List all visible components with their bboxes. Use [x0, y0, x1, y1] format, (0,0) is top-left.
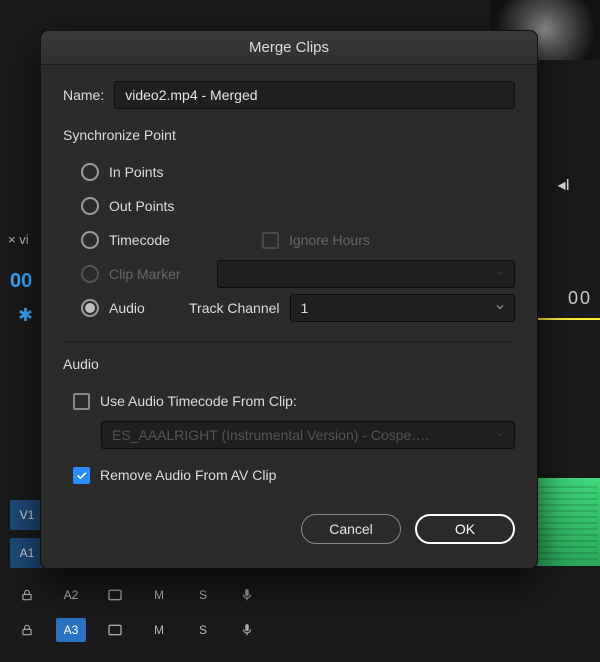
mute-button[interactable]: M	[144, 583, 174, 607]
timecode-readout: 00	[10, 270, 32, 293]
audio-group: Audio Use Audio Timecode From Clip: ES_A…	[63, 356, 515, 492]
lock-icon[interactable]	[12, 618, 42, 642]
checkbox-remove-audio[interactable]	[73, 467, 90, 484]
clip-marker-select	[217, 260, 515, 288]
track-row-a2: A2 M S	[12, 580, 262, 610]
use-audio-tc-label: Use Audio Timecode From Clip:	[100, 393, 297, 409]
chevron-down-icon	[494, 300, 506, 316]
snap-icon[interactable]: ✱	[18, 305, 33, 326]
separator	[63, 341, 515, 342]
dialog-button-row: Cancel OK	[63, 514, 515, 544]
radio-clip-marker	[81, 265, 99, 283]
ok-button[interactable]: OK	[415, 514, 515, 544]
cancel-button[interactable]: Cancel	[301, 514, 401, 544]
audio-legend: Audio	[63, 356, 515, 372]
voiceover-icon[interactable]	[232, 618, 262, 642]
audio-clip-select: ES_AAALRIGHT (Instrumental Version) - Co…	[101, 421, 515, 449]
radio-audio-label: Audio	[109, 300, 179, 316]
track-channel-value: 1	[301, 300, 309, 316]
sync-point-legend: Synchronize Point	[63, 127, 515, 143]
audio-clip-select-value: ES_AAALRIGHT (Instrumental Version) - Co…	[112, 427, 429, 443]
track-header-a1[interactable]: A1	[10, 538, 44, 568]
remove-audio-label: Remove Audio From AV Clip	[100, 467, 276, 483]
checkbox-use-audio-tc[interactable]	[73, 393, 90, 410]
radio-timecode[interactable]	[81, 231, 99, 249]
solo-button[interactable]: S	[188, 583, 218, 607]
radio-clip-marker-label: Clip Marker	[109, 266, 207, 282]
radio-audio[interactable]	[81, 299, 99, 317]
name-input[interactable]	[114, 81, 515, 109]
track-channel-select[interactable]: 1	[290, 294, 515, 322]
checkbox-ignore-hours	[262, 232, 279, 249]
radio-out-points-label: Out Points	[109, 198, 174, 214]
track-output-icon[interactable]	[100, 583, 130, 607]
track-label-a3[interactable]: A3	[56, 618, 86, 642]
mute-button[interactable]: M	[144, 618, 174, 642]
timecode-right: 00	[568, 288, 592, 309]
sync-point-group: Synchronize Point In Points Out Points T…	[63, 127, 515, 325]
dialog-title: Merge Clips	[249, 39, 329, 56]
panel-close-label: × vi	[8, 232, 29, 247]
track-channel-label: Track Channel	[189, 300, 280, 316]
track-output-icon[interactable]	[100, 618, 130, 642]
playhead-bar	[535, 318, 600, 320]
radio-out-points[interactable]	[81, 197, 99, 215]
voiceover-icon[interactable]	[232, 583, 262, 607]
radio-in-points[interactable]	[81, 163, 99, 181]
track-header-v1[interactable]: V1	[10, 500, 44, 530]
chevron-down-icon	[494, 427, 506, 443]
name-label: Name:	[63, 87, 104, 103]
audio-clip[interactable]	[530, 478, 600, 566]
ignore-hours-label: Ignore Hours	[289, 232, 370, 248]
radio-timecode-label: Timecode	[109, 232, 170, 248]
track-label-a2[interactable]: A2	[56, 583, 86, 607]
lock-icon[interactable]	[12, 583, 42, 607]
solo-button[interactable]: S	[188, 618, 218, 642]
name-row: Name:	[63, 81, 515, 109]
merge-clips-dialog: Merge Clips Name: Synchronize Point In P…	[40, 30, 538, 569]
step-back-icon[interactable]: ◂I	[558, 175, 570, 195]
chevron-down-icon	[494, 266, 506, 282]
dialog-titlebar: Merge Clips	[41, 31, 537, 65]
track-row-a3: A3 M S	[12, 615, 262, 645]
radio-in-points-label: In Points	[109, 164, 163, 180]
